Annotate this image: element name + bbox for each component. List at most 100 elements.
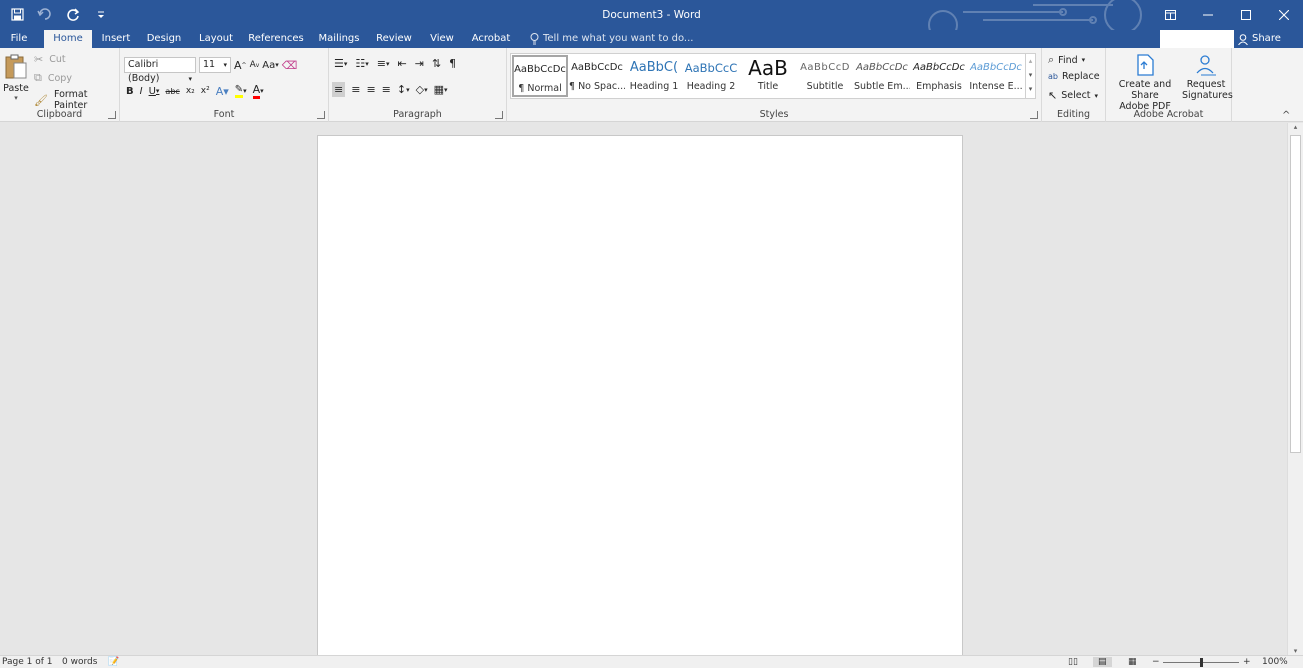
request-signatures-button[interactable]: Request Signatures [1182,54,1233,101]
clipboard-group: Paste ▾ ✂ Cut ⧉ Copy 🖌 Format Painter Cl… [0,48,120,122]
tab-design[interactable]: Design [144,30,184,48]
bold-button[interactable]: B [126,86,134,97]
tab-references[interactable]: References [248,30,304,48]
shrink-font-button[interactable]: Av [250,60,260,70]
sort-icon[interactable]: ⇅ [432,57,441,70]
paste-button[interactable]: Paste ▾ [3,54,29,102]
copy-button[interactable]: ⧉ Copy [34,71,72,85]
chevron-down-icon: ▾ [223,61,227,69]
tab-review[interactable]: Review [374,30,414,48]
highlight-button[interactable]: ✎ ▾ [234,84,247,98]
read-mode-icon[interactable]: ▯▯ [1068,657,1078,667]
justify-icon[interactable]: ≡ [382,83,391,96]
style-intense-emphasis[interactable]: AaBbCcDc Intense E... [968,55,1024,97]
font-size-dropdown[interactable]: 11 ▾ [199,57,231,73]
change-case-button[interactable]: Aa ▾ [262,60,278,71]
page-count[interactable]: Page 1 of 1 [2,657,53,667]
style-title[interactable]: AaB Title [740,55,796,97]
grow-font-button[interactable]: A ^ [234,59,247,72]
align-center-icon[interactable]: ≡ [351,83,360,96]
scroll-up-icon[interactable]: ▴ [1288,123,1303,131]
style-normal[interactable]: AaBbCcDc ¶ Normal [512,55,568,97]
scroll-thumb[interactable] [1290,135,1301,453]
show-formatting-button[interactable]: ¶ [449,57,456,70]
close-icon[interactable] [1265,0,1303,30]
tab-insert[interactable]: Insert [98,30,134,48]
tab-home[interactable]: Home [44,30,92,48]
collapse-ribbon-icon[interactable]: ^ [1282,110,1290,121]
more-styles-icon[interactable]: ▾ [1026,82,1035,96]
status-bar: Page 1 of 1 0 words 📝 ▯▯ ▤ ▦ − + 100% [0,655,1303,668]
tab-mailings[interactable]: Mailings [315,30,363,48]
styles-launcher-icon[interactable] [1030,111,1038,119]
zoom-level[interactable]: 100% [1262,657,1288,667]
style-heading-1[interactable]: AaBbC( Heading 1 [626,55,682,97]
proofing-icon[interactable]: 📝 [108,657,119,667]
tab-file[interactable]: File [2,30,36,48]
minimize-icon[interactable] [1189,0,1227,30]
underline-button[interactable]: U ▾ [149,86,160,97]
line-spacing-icon[interactable]: ↕ ▾ [397,83,410,96]
style-no-spacing[interactable]: AaBbCcDc ¶ No Spac... [569,55,625,97]
align-right-icon[interactable]: ≡ [366,83,375,96]
scroll-down-icon[interactable]: ▾ [1288,647,1303,655]
style-heading-2[interactable]: AaBbCcC Heading 2 [683,55,739,97]
subscript-button[interactable]: x₂ [186,86,195,96]
strikethrough-button[interactable]: abc [165,87,179,96]
multilevel-list-icon[interactable]: ≡ ▾ [377,57,390,70]
cursor-icon: ↖ [1048,89,1058,102]
print-layout-icon[interactable]: ▤ [1093,657,1112,667]
select-button[interactable]: ↖ Select ▾ [1048,89,1098,102]
clear-formatting-icon[interactable]: ⌫ [282,59,298,72]
web-layout-icon[interactable]: ▦ [1128,657,1137,667]
create-share-label-1: Create and Share [1118,79,1172,101]
decrease-indent-icon[interactable]: ⇤ [398,57,407,70]
text-effects-icon[interactable]: A▾ [216,85,229,98]
tab-acrobat[interactable]: Acrobat [470,30,512,48]
italic-button[interactable]: I [140,86,143,97]
font-family-dropdown[interactable]: Calibri (Body) ▾ [124,57,196,84]
chevron-down-icon[interactable]: ▾ [1026,68,1035,82]
style-preview: AaBbCcDc [970,62,1022,73]
superscript-button[interactable]: x² [201,86,210,96]
borders-icon[interactable]: ▦ ▾ [434,83,448,96]
ribbon-display-icon[interactable] [1151,0,1189,30]
clipboard-launcher-icon[interactable] [108,111,116,119]
increase-indent-icon[interactable]: ⇥ [415,57,424,70]
chevron-up-icon[interactable]: ▴ [1026,54,1035,68]
zoom-slider-thumb[interactable] [1200,658,1203,667]
word-count[interactable]: 0 words [62,657,97,667]
find-button[interactable]: ⌕ Find ▾ [1048,53,1085,67]
vertical-scrollbar[interactable]: ▴ ▾ [1287,123,1303,655]
tell-me-box[interactable]: Tell me what you want to do... [530,30,693,48]
font-color-button[interactable]: A ▾ [252,83,264,99]
shading-icon[interactable]: ◇ ▾ [416,83,428,96]
style-emphasis[interactable]: AaBbCcDc Emphasis [911,55,967,97]
zoom-in-icon[interactable]: + [1243,657,1251,667]
style-preview: AaBbCcDc [571,62,623,73]
share-button[interactable]: Share [1238,30,1281,48]
create-share-pdf-button[interactable]: Create and Share Adobe PDF [1108,54,1182,112]
zoom-out-icon[interactable]: − [1152,657,1160,667]
align-left-icon[interactable]: ≡ [332,82,346,97]
styles-scroll[interactable]: ▴ ▾ ▾ [1025,54,1035,98]
cut-button[interactable]: ✂ Cut [34,53,66,66]
sign-in-box[interactable] [1160,30,1234,48]
style-preview: AaBbCcC [684,61,738,75]
bullets-icon[interactable]: ☰ ▾ [334,57,347,70]
style-preview: AaBbCcDc [913,62,965,73]
paragraph-launcher-icon[interactable] [495,111,503,119]
style-subtle-emphasis[interactable]: AaBbCcDc Subtle Em... [854,55,910,97]
maximize-icon[interactable] [1227,0,1265,30]
tab-layout[interactable]: Layout [196,30,236,48]
font-launcher-icon[interactable] [317,111,325,119]
numbering-icon[interactable]: ☷ ▾ [355,57,368,70]
style-subtitle[interactable]: AaBbCcD Subtitle [797,55,853,97]
font-row-1: Calibri (Body) ▾ 11 ▾ A ^ Av Aa ▾ ⌫ [124,57,298,84]
title-bar: Document3 - Word [0,0,1303,30]
replace-button[interactable]: ab Replace [1048,71,1100,82]
tab-view[interactable]: View [426,30,458,48]
highlighter-icon: ✎ [234,84,244,98]
document-page[interactable] [317,135,963,657]
format-painter-button[interactable]: 🖌 Format Painter [34,89,119,111]
